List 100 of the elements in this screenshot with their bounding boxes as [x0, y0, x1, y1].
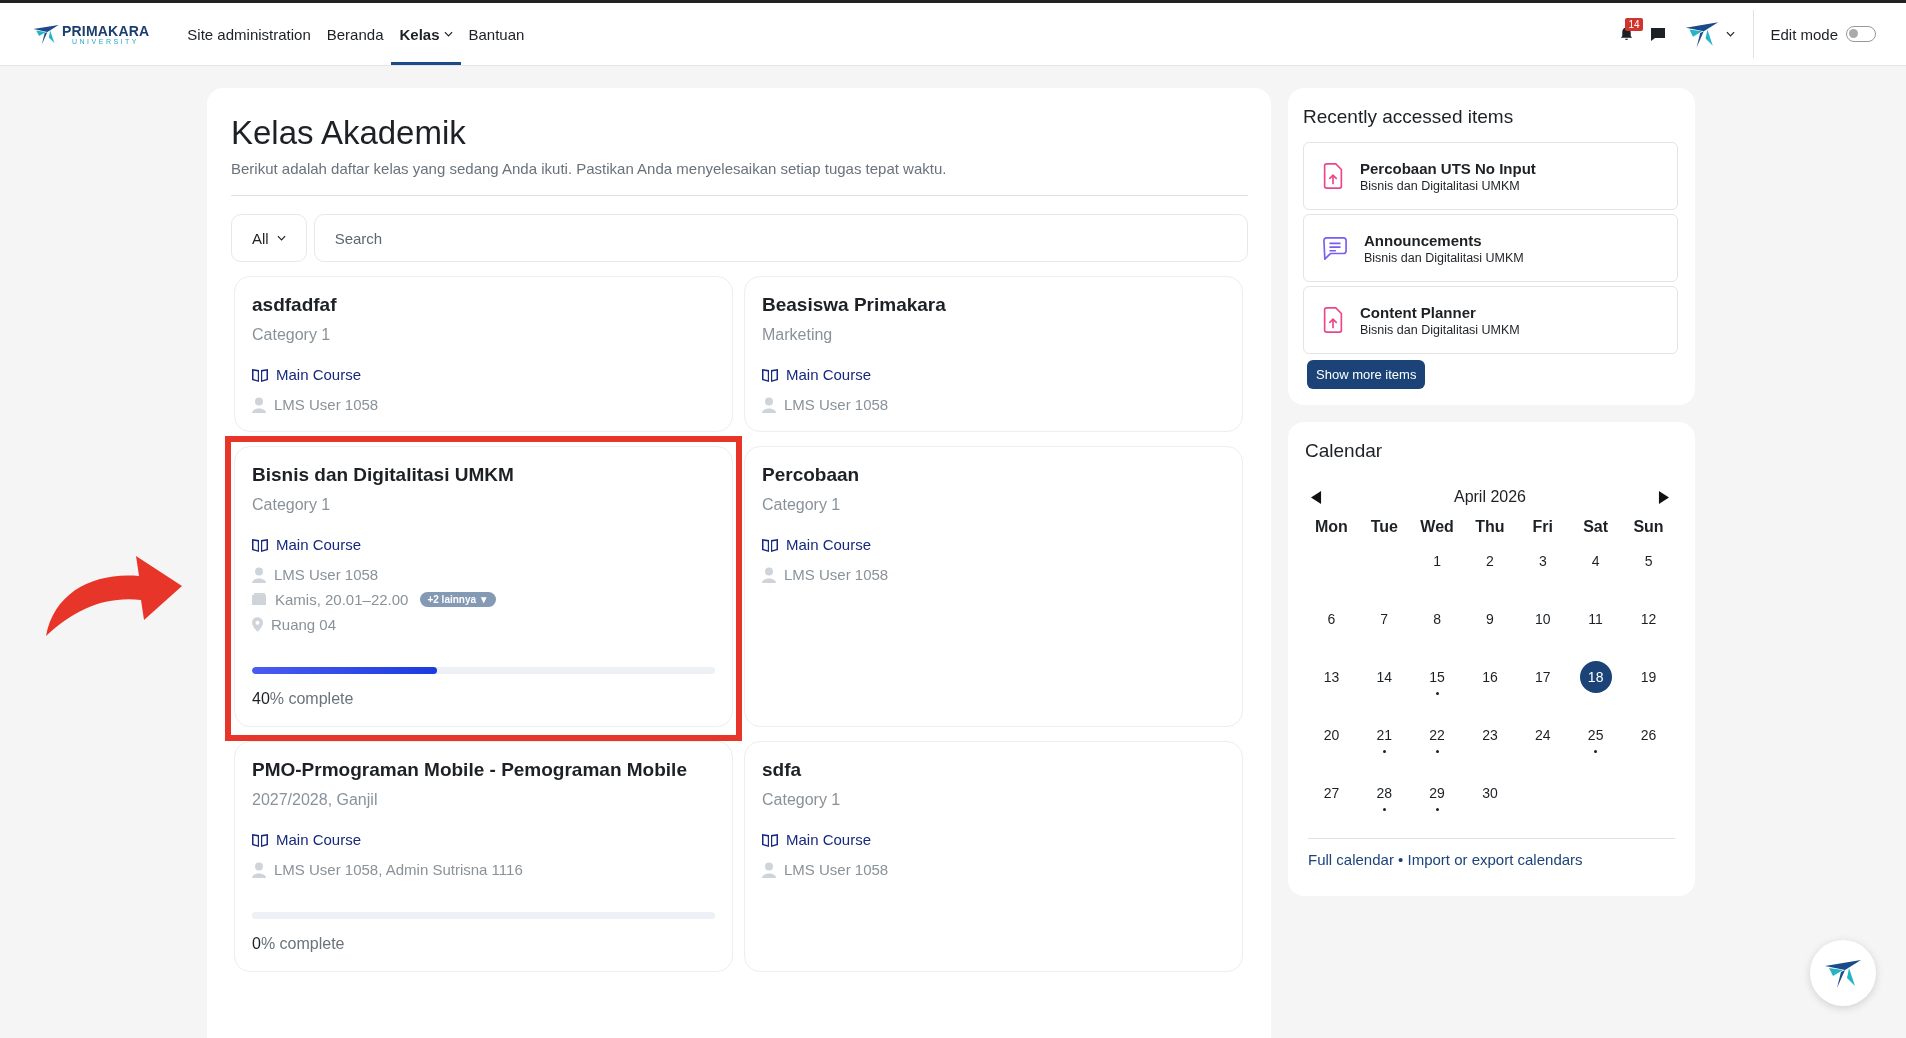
- calendar-day[interactable]: 1: [1421, 545, 1454, 577]
- calendar-day[interactable]: 13: [1315, 661, 1348, 693]
- calendar-day[interactable]: 30: [1473, 777, 1506, 809]
- course-type: Main Course: [276, 831, 362, 848]
- course-title[interactable]: Bisnis dan Digitalitasi UMKM: [252, 464, 715, 486]
- full-calendar-link[interactable]: Full calendar: [1308, 851, 1394, 868]
- progress-text: 40% complete: [252, 690, 355, 708]
- calendar-day[interactable]: 29: [1421, 777, 1454, 809]
- location-icon: [252, 617, 263, 632]
- weekday-label: Sat: [1582, 517, 1610, 537]
- calendar-day[interactable]: 23: [1473, 719, 1506, 751]
- nav-tab[interactable]: Bantuan: [460, 6, 533, 65]
- month-title: April 2026: [1453, 488, 1526, 506]
- calendar-day[interactable]: 20: [1315, 719, 1348, 751]
- course-category: Category 1: [762, 791, 842, 809]
- recent-item[interactable]: Announcements Bisnis dan Digitalitasi UMKM: [1303, 214, 1678, 282]
- nav-tab[interactable]: Beranda: [318, 6, 392, 65]
- calendar-day[interactable]: 18: [1579, 661, 1612, 693]
- course-title[interactable]: Beasiswa Primakara: [762, 294, 1225, 316]
- item-course: Bisnis dan Digitalitasi UMKM: [1360, 322, 1520, 337]
- chevron-icon: [1726, 31, 1736, 37]
- upload-file-icon: [1322, 307, 1344, 333]
- book-icon: [252, 367, 268, 382]
- chat-icon: [1322, 236, 1348, 260]
- calendar-day[interactable]: 22: [1421, 719, 1454, 751]
- course-card[interactable]: Beasiswa Primakara Marketing Main Course LMS User 1058: [744, 276, 1243, 432]
- course-card[interactable]: sdfa Category 1 Main Course LMS User 1058: [744, 741, 1243, 972]
- course-card[interactable]: asdfadfaf Category 1 Main Course LMS User 1058: [234, 276, 733, 432]
- item-title: Percobaan UTS No Input: [1360, 159, 1536, 177]
- course-card[interactable]: PMO-Prmograman Mobile - Pemograman Mobile 2027/2028, Ganjil Main Course LMS User 1058, Admin Sutrisna 1116 0% complete: [234, 741, 733, 972]
- book-icon: [762, 367, 778, 382]
- calendar-day[interactable]: 5: [1632, 545, 1665, 577]
- course-title[interactable]: sdfa: [762, 759, 1225, 781]
- next-month-icon[interactable]: [1658, 490, 1669, 504]
- block-title: Recently accessed items: [1303, 106, 1515, 128]
- block-title: Calendar: [1305, 440, 1384, 462]
- calendar-day[interactable]: 19: [1632, 661, 1665, 693]
- edit-mode-label: Edit mode: [1770, 25, 1838, 43]
- calendar-day[interactable]: 3: [1526, 545, 1559, 577]
- calendar-day[interactable]: 12: [1632, 603, 1665, 635]
- recent-item[interactable]: Content Planner Bisnis dan Digitalitasi UMKM: [1303, 286, 1678, 354]
- calendar-day[interactable]: 21: [1368, 719, 1401, 751]
- course-category: Marketing: [762, 326, 834, 344]
- chevron-icon: [443, 31, 453, 37]
- calendar-day[interactable]: 16: [1473, 661, 1506, 693]
- calendar-day[interactable]: 15: [1421, 661, 1454, 693]
- calendar-day[interactable]: 7: [1368, 603, 1401, 635]
- course-title[interactable]: Percobaan: [762, 464, 1225, 486]
- calendar-day[interactable]: 2: [1473, 545, 1506, 577]
- course-type: Main Course: [786, 831, 872, 848]
- nav-tab[interactable]: Site administration: [179, 6, 319, 65]
- person-icon: [762, 861, 776, 878]
- course-title[interactable]: asdfadfaf: [252, 294, 715, 316]
- book-icon: [252, 832, 268, 847]
- calendar-day[interactable]: 4: [1579, 545, 1612, 577]
- calendar-day[interactable]: 28: [1368, 777, 1401, 809]
- filter-dropdown[interactable]: All: [231, 214, 307, 262]
- calendar-day[interactable]: 10: [1526, 603, 1559, 635]
- course-type: Main Course: [276, 536, 362, 553]
- nav-tab[interactable]: Kelas: [391, 6, 461, 65]
- calendar-day[interactable]: 9: [1473, 603, 1506, 635]
- course-card[interactable]: Percobaan Category 1 Main Course LMS User 1058: [744, 446, 1243, 727]
- course-card[interactable]: Bisnis dan Digitalitasi UMKM Category 1 Main Course LMS User 1058 Kamis, 20.01–22.00 +2 lainnya ▼ Ruang 04 40% complete: [234, 446, 733, 727]
- weekday-label: Mon: [1314, 517, 1349, 537]
- messages-icon[interactable]: [1650, 26, 1667, 42]
- course-category: Category 1: [252, 496, 332, 514]
- item-title: Announcements: [1364, 231, 1483, 249]
- link-separator: •: [1397, 851, 1405, 868]
- course-category: Category 1: [252, 326, 332, 344]
- progress-text: 0% complete: [252, 935, 346, 953]
- previous-month-icon[interactable]: [1311, 490, 1322, 504]
- course-teachers: LMS User 1058: [784, 861, 889, 878]
- help-launcher[interactable]: [1810, 940, 1876, 1006]
- person-icon: [252, 566, 266, 583]
- course-teachers: LMS User 1058, Admin Sutrisna 1116: [274, 861, 523, 878]
- calendar-day[interactable]: 26: [1632, 719, 1665, 751]
- weekday-label: Thu: [1474, 517, 1506, 537]
- recent-item[interactable]: Percobaan UTS No Input Bisnis dan Digitalitasi UMKM: [1303, 142, 1678, 210]
- person-icon: [762, 566, 776, 583]
- calendar-day[interactable]: 6: [1315, 603, 1348, 635]
- search-field[interactable]: Search: [313, 214, 1248, 262]
- calendar-day[interactable]: 24: [1526, 719, 1559, 751]
- show-more-button[interactable]: Show more items: [1307, 360, 1426, 389]
- calendar-day[interactable]: 17: [1526, 661, 1559, 693]
- calendar-day[interactable]: 14: [1368, 661, 1401, 693]
- course-teachers: LMS User 1058: [784, 396, 889, 413]
- person-icon: [762, 396, 776, 413]
- person-icon: [252, 396, 266, 413]
- page-title: Kelas Akademik: [231, 114, 467, 152]
- weekday-label: Tue: [1369, 517, 1399, 537]
- course-teachers: LMS User 1058: [784, 566, 889, 583]
- course-title[interactable]: PMO-Prmograman Mobile - Pemograman Mobile: [252, 759, 715, 781]
- calendar-day[interactable]: 11: [1579, 603, 1612, 635]
- calendar-day[interactable]: 27: [1315, 777, 1348, 809]
- weekday-label: Wed: [1419, 517, 1455, 537]
- calendar-day[interactable]: 8: [1421, 603, 1454, 635]
- import-export-link[interactable]: Import or export calendars: [1407, 851, 1583, 868]
- calendar-day[interactable]: 25: [1579, 719, 1612, 751]
- course-room: Ruang 04: [271, 616, 337, 633]
- weekday-label: Fri: [1531, 517, 1554, 537]
